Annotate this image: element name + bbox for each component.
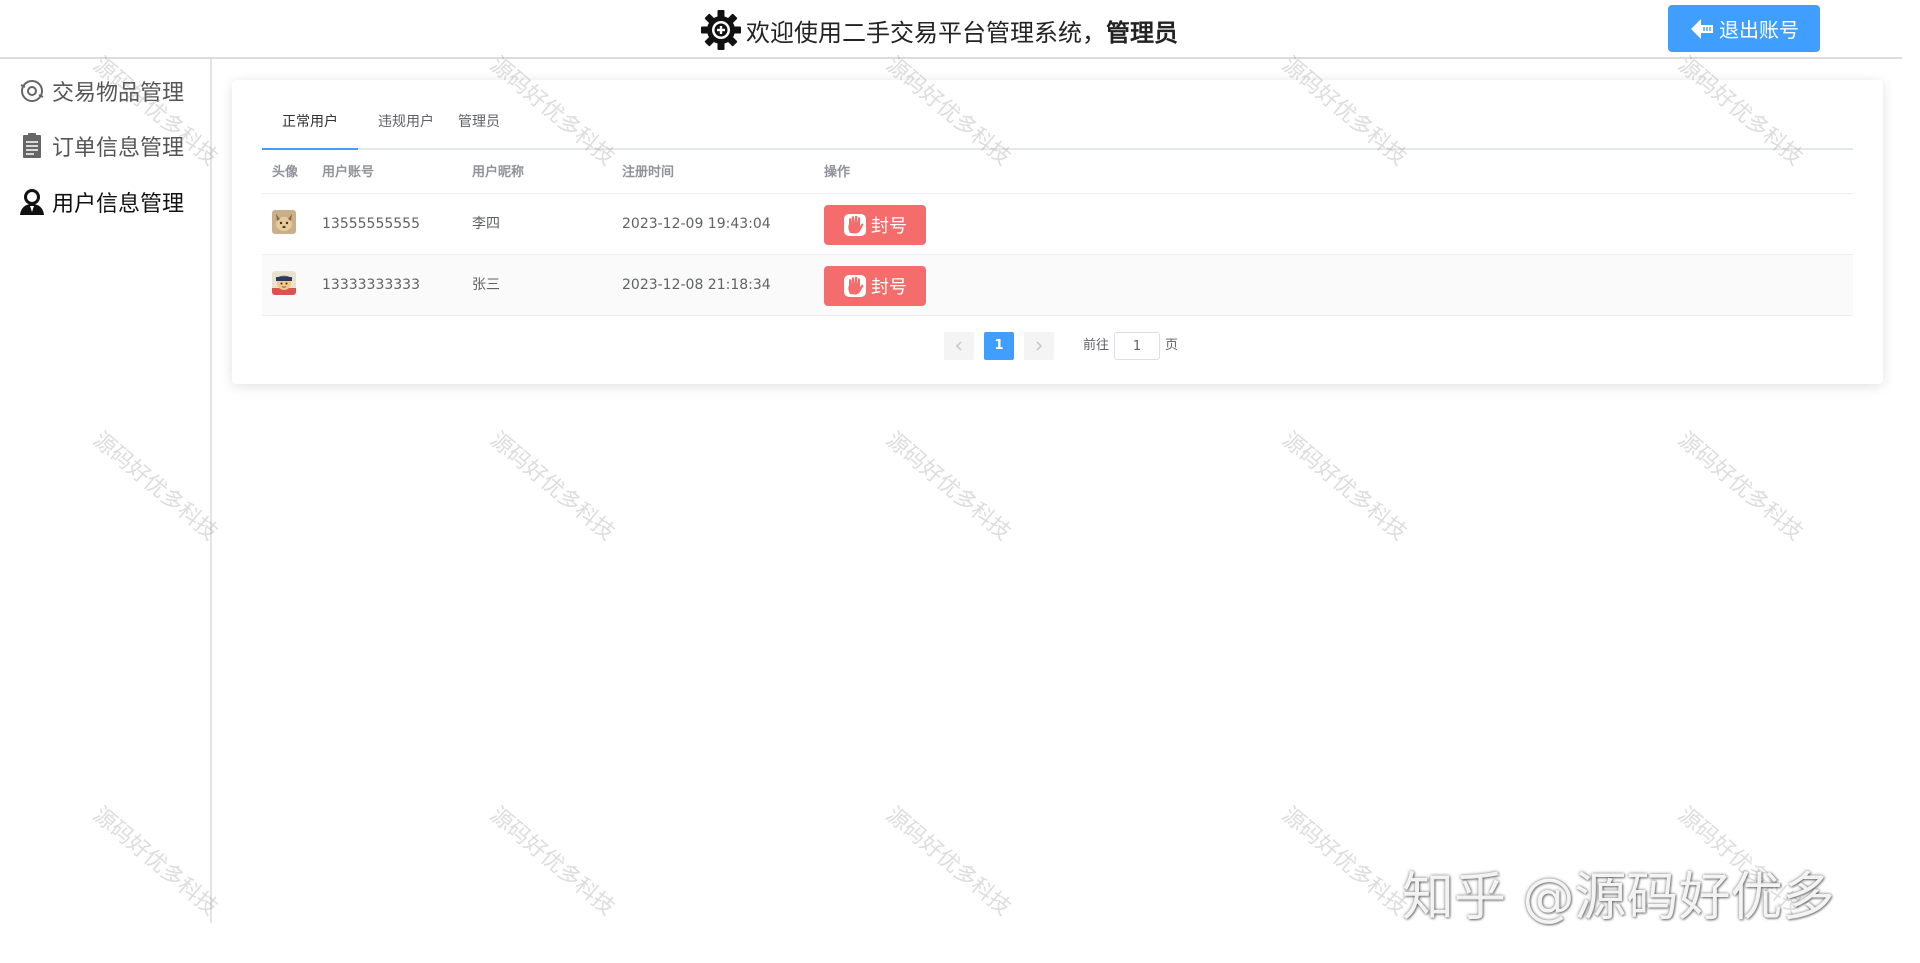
next-page-button[interactable] bbox=[1024, 332, 1054, 360]
column-header-account: 用户账号 bbox=[322, 165, 375, 180]
watermark: 源码好优多科技 bbox=[1277, 802, 1412, 921]
sidebar-item-label: 订单信息管理 bbox=[52, 136, 185, 161]
tab-admins[interactable]: 管理员 bbox=[458, 98, 500, 150]
tab-banned-users[interactable]: 违规用户 bbox=[378, 98, 434, 150]
hand-stop-icon bbox=[844, 275, 866, 297]
watermark: 源码好优多科技 bbox=[881, 802, 1016, 921]
avatar bbox=[272, 271, 296, 295]
goto-suffix: 页 bbox=[1165, 338, 1179, 353]
chevron-right-icon bbox=[1036, 341, 1043, 351]
ban-button[interactable]: 封号 bbox=[824, 205, 926, 245]
item-icon bbox=[20, 80, 44, 102]
user-management-card: 正常用户 违规用户 管理员 头像 用户账号 用户昵称 注册时间 操作 13555… bbox=[232, 80, 1883, 384]
sidebar: 交易物品管理 订单信息管理 用户信息管理 bbox=[0, 59, 212, 923]
sidebar-item-orders[interactable]: 订单信息管理 bbox=[18, 126, 184, 166]
gear-icon bbox=[701, 10, 741, 50]
goto-page-input[interactable] bbox=[1114, 332, 1160, 360]
pagination: 1 前往 页 bbox=[232, 332, 1883, 360]
user-role: 管理员 bbox=[1106, 18, 1178, 47]
avatar bbox=[272, 210, 296, 234]
prev-page-button[interactable] bbox=[944, 332, 974, 360]
hand-stop-icon bbox=[844, 214, 866, 236]
watermark: 源码好优多科技 bbox=[1673, 802, 1808, 921]
chevron-left-icon bbox=[955, 341, 962, 351]
ban-label: 封号 bbox=[871, 277, 907, 298]
ban-label: 封号 bbox=[871, 216, 907, 237]
sidebar-item-goods[interactable]: 交易物品管理 bbox=[18, 71, 184, 111]
page-number[interactable]: 1 bbox=[984, 332, 1014, 360]
arrow-left-icon bbox=[1691, 18, 1713, 39]
goto-prefix: 前往 bbox=[1083, 338, 1110, 353]
welcome-text: 欢迎使用二手交易平台管理系统， bbox=[746, 18, 1106, 47]
top-header: 欢迎使用二手交易平台管理系统， 管理员 退出账号 bbox=[0, 0, 1902, 59]
watermark: 源码好优多科技 bbox=[1673, 427, 1808, 546]
page-title: 欢迎使用二手交易平台管理系统， 管理员 bbox=[700, 8, 1178, 52]
user-icon bbox=[20, 189, 44, 215]
user-account: 13333333333 bbox=[322, 277, 420, 293]
watermark: 源码好优多科技 bbox=[485, 427, 620, 546]
tab-normal-users[interactable]: 正常用户 bbox=[282, 98, 338, 150]
table-row: 13333333333 张三 2023-12-08 21:18:34 封号 bbox=[262, 255, 1853, 316]
brand-watermark: 知乎 @源码好优多 bbox=[1402, 868, 1835, 928]
ban-button[interactable]: 封号 bbox=[824, 266, 926, 306]
logout-label: 退出账号 bbox=[1719, 18, 1799, 42]
column-header-action: 操作 bbox=[824, 165, 851, 180]
user-nickname: 李四 bbox=[472, 216, 500, 232]
sidebar-item-label: 用户信息管理 bbox=[52, 192, 185, 217]
user-nickname: 张三 bbox=[472, 277, 500, 293]
user-account: 13555555555 bbox=[322, 216, 420, 232]
tab-bar: 正常用户 违规用户 管理员 bbox=[262, 98, 1853, 150]
logout-button[interactable]: 退出账号 bbox=[1668, 5, 1820, 52]
tab-active-indicator bbox=[262, 148, 358, 150]
user-table: 头像 用户账号 用户昵称 注册时间 操作 13555555555 李四 2023… bbox=[262, 152, 1853, 316]
user-registered: 2023-12-09 19:43:04 bbox=[622, 216, 771, 232]
column-header-nickname: 用户昵称 bbox=[472, 165, 525, 180]
order-icon bbox=[23, 133, 41, 158]
watermark: 源码好优多科技 bbox=[881, 427, 1016, 546]
column-header-avatar: 头像 bbox=[272, 165, 299, 180]
sidebar-item-users[interactable]: 用户信息管理 bbox=[18, 182, 184, 222]
watermark: 源码好优多科技 bbox=[485, 802, 620, 921]
watermark: 源码好优多科技 bbox=[1277, 427, 1412, 546]
user-registered: 2023-12-08 21:18:34 bbox=[622, 277, 771, 293]
sidebar-item-label: 交易物品管理 bbox=[52, 81, 185, 106]
column-header-registered: 注册时间 bbox=[622, 165, 675, 180]
table-row: 13555555555 李四 2023-12-09 19:43:04 封号 bbox=[262, 194, 1853, 255]
table-header: 头像 用户账号 用户昵称 注册时间 操作 bbox=[262, 152, 1853, 194]
